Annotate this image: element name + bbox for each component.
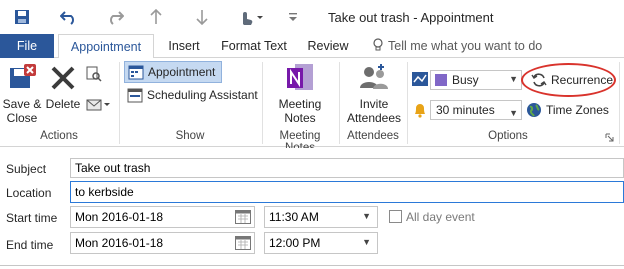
end-date-value: Mon 2016-01-18 [75,236,164,250]
window-title: Take out trash - Appointment [328,10,494,25]
scheduling-assistant-label: Scheduling Assistant [147,88,258,102]
calendar-icon [128,65,144,80]
show-as-dropdown[interactable]: Busy ▼ [430,70,522,90]
title-bar: Take out trash - Appointment [0,0,624,34]
start-time-dropdown[interactable]: 11:30 AM ▼ [264,206,378,228]
find-icon[interactable] [86,66,102,85]
chevron-down-icon: ▼ [362,237,371,247]
scheduling-icon [127,88,143,103]
recurrence-label: Recurrence [551,73,614,87]
chevron-down-icon: ▼ [509,108,518,118]
appointment-view-button[interactable]: Appointment [124,61,222,83]
ribbon: Save & Close Delete Actions Appointment … [0,58,624,154]
divider [262,62,263,144]
all-day-checkbox[interactable] [389,210,402,223]
save-close-icon [10,64,36,88]
group-show-label: Show [175,130,205,142]
end-time-label: End time [6,238,54,252]
save-close-button[interactable]: Save & Close [2,62,42,125]
start-date-picker[interactable]: Mon 2016-01-18 [70,206,255,228]
onenote-icon [287,64,313,90]
invite-attendees-label-1: Invite [359,97,389,111]
location-label: Location [6,186,52,200]
subject-label: Subject [6,162,47,176]
save-icon[interactable] [14,7,30,27]
subject-field[interactable]: Take out trash [70,158,624,178]
tab-review[interactable]: Review [302,34,354,58]
redo-icon[interactable] [106,7,124,27]
meeting-notes-label-1: Meeting [278,97,322,111]
subject-value: Take out trash [75,161,151,175]
end-time-value: 12:00 PM [269,236,321,250]
body-divider [0,265,624,266]
tell-me-text: Tell me what you want to do [388,39,543,53]
chevron-down-icon: ▼ [362,211,371,221]
end-time-dropdown[interactable]: 12:00 PM ▼ [264,232,378,254]
divider [619,62,620,144]
end-date-picker[interactable]: Mon 2016-01-18 [70,232,255,254]
delete-button[interactable]: Delete [44,62,82,111]
tab-file[interactable]: File [0,34,54,58]
bell-icon [413,102,427,121]
appointment-view-label: Appointment [148,65,216,79]
start-date-value: Mon 2016-01-18 [75,210,164,224]
invite-attendees-button[interactable]: Invite Attendees [344,62,404,125]
save-close-label-1: Save & [2,97,42,111]
scheduling-assistant-button[interactable]: Scheduling Assistant [127,85,258,105]
start-time-label: Start time [6,211,58,225]
show-as-value: Busy [452,73,479,87]
time-zones-button[interactable]: Time Zones [526,101,609,119]
people-icon [360,64,388,89]
meeting-notes-label-2: Notes [284,111,316,125]
location-field[interactable]: to kerbside [70,181,624,203]
recurrence-button[interactable]: Recurrence [521,63,616,97]
reminder-dropdown[interactable]: 30 minutes ▼ [430,100,522,120]
up-arrow-icon[interactable] [150,7,162,27]
chevron-down-icon: ▼ [509,74,518,84]
tab-insert[interactable]: Insert [160,34,208,58]
tab-format-text[interactable]: Format Text [218,34,290,58]
down-arrow-icon[interactable] [196,7,208,27]
location-value: to kerbside [75,185,134,199]
all-day-label: All day event [406,210,475,224]
tell-me-box[interactable]: Tell me what you want to do [372,34,542,58]
dialog-launcher-icon[interactable] [605,131,614,145]
time-zones-label: Time Zones [546,103,609,117]
tab-appointment[interactable]: Appointment [58,34,154,59]
show-as-icon [412,72,428,89]
undo-icon[interactable] [60,7,78,27]
group-actions-label: Actions [40,130,78,142]
lightbulb-icon [373,38,383,51]
forward-icon[interactable] [86,96,110,115]
appointment-form: Subject Take out trash Location to kerbs… [0,148,624,269]
start-time-value: 11:30 AM [269,210,319,224]
ribbon-tabs: File Appointment Insert Format Text Revi… [0,34,624,59]
busy-swatch [435,74,447,86]
delete-icon [51,66,75,90]
reminder-value: 30 minutes [436,103,495,117]
touch-mode-icon[interactable] [238,7,264,27]
group-attendees-label: Attendees [347,130,399,142]
group-options-label: Options [488,130,528,142]
globe-icon [527,103,541,117]
calendar-icon[interactable] [235,210,251,227]
customize-qat-icon[interactable] [288,7,298,27]
delete-label: Delete [45,97,81,111]
save-close-label-2: Close [6,111,38,125]
meeting-notes-button[interactable]: Meeting Notes [272,62,328,125]
invite-attendees-label-2: Attendees [346,111,402,125]
recurrence-icon [531,73,547,87]
calendar-icon[interactable] [235,236,251,253]
